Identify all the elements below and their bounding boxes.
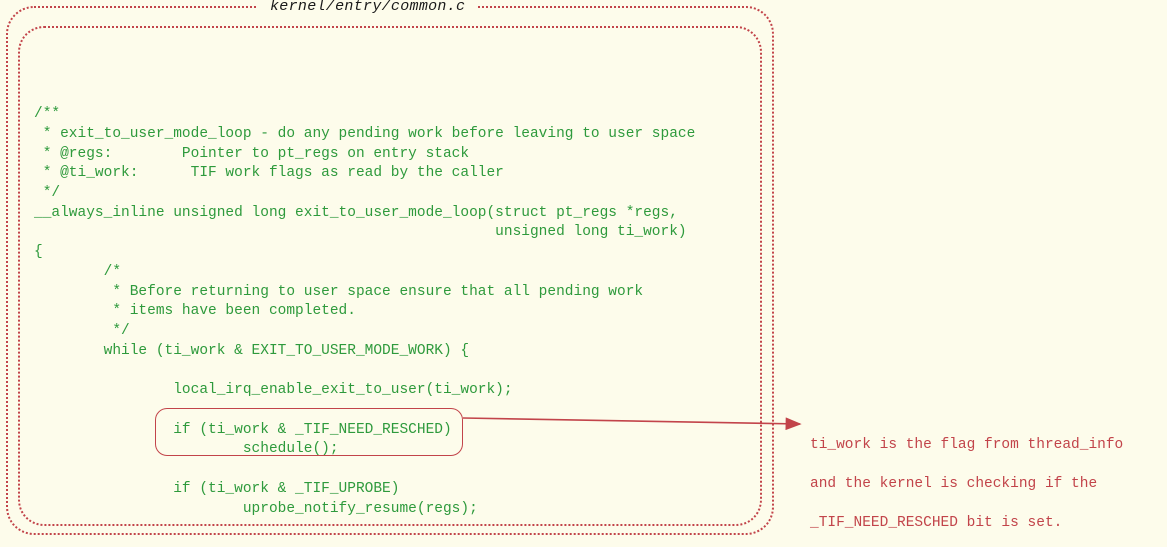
code-line: /** xyxy=(34,106,60,122)
code-line: * @ti_work: TIF work flags as read by th… xyxy=(34,165,504,181)
code-line: local_irq_enable_exit_to_user(ti_work); xyxy=(34,382,513,398)
code-line: unsigned long ti_work) xyxy=(34,224,687,240)
code-line: * Before returning to user space ensure … xyxy=(34,284,643,300)
annotation-line: ti_work is the flag from thread_info xyxy=(810,436,1149,456)
code-line: * @regs: Pointer to pt_regs on entry sta… xyxy=(34,146,469,162)
diagram-stage: kernel/entry/common.c /** * exit_to_user… xyxy=(0,0,1167,547)
code-line: * exit_to_user_mode_loop - do any pendin… xyxy=(34,126,695,142)
code-line: while (ti_work & EXIT_TO_USER_MODE_WORK)… xyxy=(34,343,469,359)
code-line: * items have been completed. xyxy=(34,303,356,319)
highlight-resched-block xyxy=(155,408,463,456)
code-line: */ xyxy=(34,323,130,339)
annotation-line: and the kernel is checking if the xyxy=(810,475,1149,495)
code-line: */ xyxy=(34,185,60,201)
annotation-line: _TIF_NEED_RESCHED bit is set. xyxy=(810,514,1149,534)
code-line: __always_inline unsigned long exit_to_us… xyxy=(34,205,678,221)
code-line: if (ti_work & _TIF_UPROBE) xyxy=(34,481,399,497)
code-line: { xyxy=(34,244,43,260)
code-line: /* xyxy=(34,264,121,280)
code-line: uprobe_notify_resume(regs); xyxy=(34,501,478,517)
file-title: kernel/entry/common.c xyxy=(258,0,477,15)
annotation-text: ti_work is the flag from thread_info and… xyxy=(810,416,1149,547)
